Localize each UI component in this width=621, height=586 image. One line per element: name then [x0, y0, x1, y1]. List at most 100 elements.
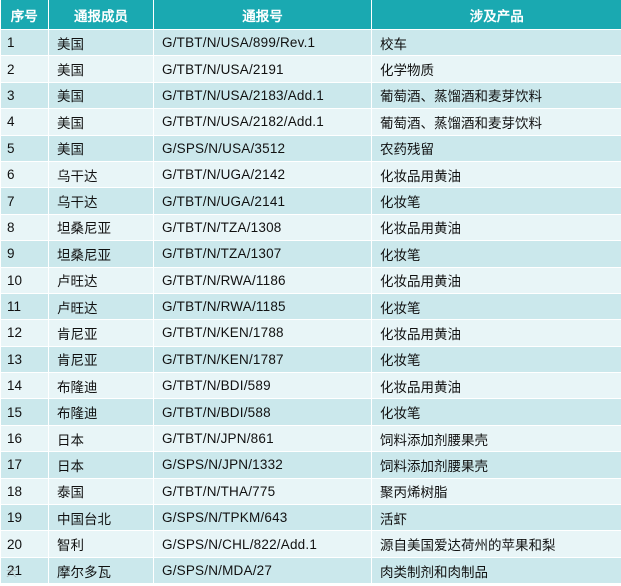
row-index: 7: [0, 187, 49, 215]
table-row: 14 布隆迪 G/TBT/N/BDI/589 化妆品用黄油: [0, 372, 621, 400]
row-member: 美国: [48, 28, 154, 57]
row-notification-number: G/SPS/N/TPKM/643: [153, 504, 372, 532]
row-notification-number: G/TBT/N/RWA/1185: [153, 292, 372, 321]
row-member: 布隆迪: [48, 372, 154, 400]
row-member: 卢旺达: [48, 292, 154, 321]
row-member: 乌干达: [48, 187, 154, 215]
header-member: 通报成员: [48, 0, 154, 30]
table-row: 6 乌干达 G/TBT/N/UGA/2142 化妆品用黄油: [0, 160, 621, 189]
row-notification-number: G/SPS/N/MDA/27: [153, 556, 372, 585]
row-index: 17: [0, 451, 49, 479]
row-product: 饲料添加剂腰果壳: [371, 451, 621, 479]
row-notification-number: G/TBT/N/TZA/1307: [153, 240, 372, 268]
row-product: 葡萄酒、蒸馏酒和麦芽饮料: [371, 81, 621, 110]
table-row: 13 肯尼亚 G/TBT/N/KEN/1787 化妆笔: [0, 345, 621, 374]
row-notification-number: G/SPS/N/CHL/822/Add.1: [153, 530, 372, 558]
row-member: 乌干达: [48, 160, 154, 189]
row-member: 肯尼亚: [48, 345, 154, 374]
row-member: 卢旺达: [48, 266, 154, 294]
table-row: 2 美国 G/TBT/N/USA/2191 化学物质: [0, 55, 621, 83]
header-row: 序号 通报成员 通报号 涉及产品: [0, 0, 621, 30]
row-notification-number: G/TBT/N/THA/775: [153, 477, 372, 506]
table-row: 7 乌干达 G/TBT/N/UGA/2141 化妆笔: [0, 187, 621, 215]
row-notification-number: G/TBT/N/USA/2191: [153, 55, 372, 83]
row-product: 源自美国爱达荷州的苹果和梨: [371, 530, 621, 558]
row-product: 饲料添加剂腰果壳: [371, 424, 621, 453]
row-index: 18: [0, 477, 49, 506]
row-index: 14: [0, 372, 49, 400]
row-member: 美国: [48, 55, 154, 83]
table-row: 17 日本 G/SPS/N/JPN/1332 饲料添加剂腰果壳: [0, 451, 621, 479]
row-notification-number: G/TBT/N/JPN/861: [153, 424, 372, 453]
row-member: 摩尔多瓦: [48, 556, 154, 585]
row-product: 化妆品用黄油: [371, 160, 621, 189]
row-index: 5: [0, 134, 49, 162]
table-row: 19 中国台北 G/SPS/N/TPKM/643 活虾: [0, 504, 621, 532]
row-notification-number: G/TBT/N/KEN/1787: [153, 345, 372, 374]
row-index: 15: [0, 398, 49, 426]
row-member: 美国: [48, 81, 154, 110]
row-product: 化妆笔: [371, 240, 621, 268]
row-notification-number: G/TBT/N/UGA/2141: [153, 187, 372, 215]
row-product: 校车: [371, 28, 621, 57]
table-row: 3 美国 G/TBT/N/USA/2183/Add.1 葡萄酒、蒸馏酒和麦芽饮料: [0, 81, 621, 110]
row-notification-number: G/TBT/N/USA/899/Rev.1: [153, 28, 372, 57]
row-notification-number: G/TBT/N/TZA/1308: [153, 213, 372, 242]
row-index: 16: [0, 424, 49, 453]
row-notification-number: G/TBT/N/KEN/1788: [153, 319, 372, 347]
row-index: 9: [0, 240, 49, 268]
row-member: 智利: [48, 530, 154, 558]
row-member: 肯尼亚: [48, 319, 154, 347]
row-member: 美国: [48, 108, 154, 136]
row-index: 13: [0, 345, 49, 374]
row-index: 19: [0, 504, 49, 532]
row-product: 葡萄酒、蒸馏酒和麦芽饮料: [371, 108, 621, 136]
row-product: 化妆品用黄油: [371, 319, 621, 347]
row-product: 化妆品用黄油: [371, 372, 621, 400]
header-notification-number: 通报号: [153, 0, 372, 30]
table-row: 20 智利 G/SPS/N/CHL/822/Add.1 源自美国爱达荷州的苹果和梨: [0, 530, 621, 558]
row-product: 化妆笔: [371, 187, 621, 215]
table-body: 1 美国 G/TBT/N/USA/899/Rev.1 校车 2 美国 G/TBT/N/USA…: [0, 28, 621, 585]
row-member: 布隆迪: [48, 398, 154, 426]
table-row: 8 坦桑尼亚 G/TBT/N/TZA/1308 化妆品用黄油: [0, 213, 621, 242]
row-notification-number: G/SPS/N/JPN/1332: [153, 451, 372, 479]
row-member: 日本: [48, 424, 154, 453]
row-index: 1: [0, 28, 49, 57]
row-product: 活虾: [371, 504, 621, 532]
table-row: 15 布隆迪 G/TBT/N/BDI/588 化妆笔: [0, 398, 621, 426]
table-row: 12 肯尼亚 G/TBT/N/KEN/1788 化妆品用黄油: [0, 319, 621, 347]
row-product: 化妆品用黄油: [371, 266, 621, 294]
row-notification-number: G/SPS/N/USA/3512: [153, 134, 372, 162]
row-notification-number: G/TBT/N/RWA/1186: [153, 266, 372, 294]
row-notification-number: G/TBT/N/BDI/589: [153, 372, 372, 400]
watermark: 大: [6, 566, 17, 579]
row-member: 日本: [48, 451, 154, 479]
table-row: 4 美国 G/TBT/N/USA/2182/Add.1 葡萄酒、蒸馏酒和麦芽饮料: [0, 108, 621, 136]
notification-table: 序号 通报成员 通报号 涉及产品 1 美国 G/TBT/N/USA/899/Rev.…: [0, 0, 621, 585]
row-product: 化妆笔: [371, 345, 621, 374]
row-index: 4: [0, 108, 49, 136]
row-member: 坦桑尼亚: [48, 213, 154, 242]
table-row: 21 摩尔多瓦 G/SPS/N/MDA/27 肉类制剂和肉制品: [0, 556, 621, 585]
row-product: 化妆笔: [371, 292, 621, 321]
table-row: 11 卢旺达 G/TBT/N/RWA/1185 化妆笔: [0, 292, 621, 321]
row-product: 肉类制剂和肉制品: [371, 556, 621, 585]
row-index: 20: [0, 530, 49, 558]
row-index: 12: [0, 319, 49, 347]
row-member: 泰国: [48, 477, 154, 506]
header-index: 序号: [0, 0, 49, 30]
row-product: 化妆品用黄油: [371, 213, 621, 242]
row-index: 3: [0, 81, 49, 110]
table-row: 5 美国 G/SPS/N/USA/3512 农药残留: [0, 134, 621, 162]
row-index: 11: [0, 292, 49, 321]
row-index: 10: [0, 266, 49, 294]
row-index: 2: [0, 55, 49, 83]
row-notification-number: G/TBT/N/UGA/2142: [153, 160, 372, 189]
row-product: 化妆笔: [371, 398, 621, 426]
table-row: 16 日本 G/TBT/N/JPN/861 饲料添加剂腰果壳: [0, 424, 621, 453]
row-notification-number: G/TBT/N/USA/2183/Add.1: [153, 81, 372, 110]
row-product: 聚丙烯树脂: [371, 477, 621, 506]
row-notification-number: G/TBT/N/BDI/588: [153, 398, 372, 426]
table-row: 18 泰国 G/TBT/N/THA/775 聚丙烯树脂: [0, 477, 621, 506]
